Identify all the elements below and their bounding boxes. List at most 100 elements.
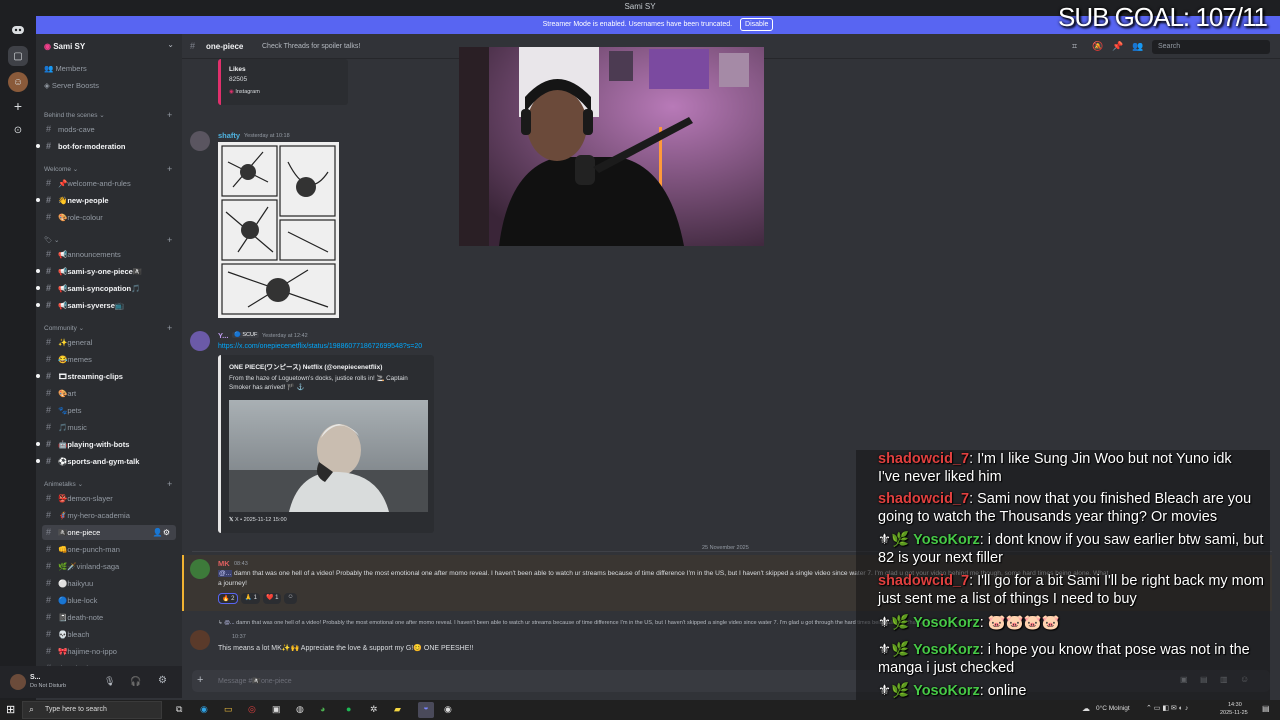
user-mention[interactable]: @... xyxy=(224,620,234,626)
channel-blue-lock[interactable]: # 🔵blue-lock xyxy=(42,593,176,608)
notification-bell-icon[interactable]: 🔕 xyxy=(1092,41,1103,52)
add-channel-icon[interactable]: + xyxy=(167,235,172,245)
app-icon[interactable]: ◍ xyxy=(296,704,304,715)
chrome-icon[interactable]: ◕ xyxy=(320,704,325,714)
channel-demon-slayer[interactable]: # 👺demon-slayer xyxy=(42,491,176,506)
channel-playing-with-bots[interactable]: # 🤖playing-with-bots xyxy=(36,437,176,452)
channel-mods-cave[interactable]: # mods-cave xyxy=(42,122,176,137)
discover-icon[interactable]: ⊙ xyxy=(8,120,28,140)
channel-my-hero-academia[interactable]: # 🦸my-hero-academia xyxy=(42,508,176,523)
add-channel-icon[interactable]: + xyxy=(167,323,172,333)
channel-topic[interactable]: Check Threads for spoiler talks! xyxy=(262,43,360,50)
server-boosts-link[interactable]: ◈ Server Boosts xyxy=(44,81,99,90)
obs-icon[interactable]: ◉ xyxy=(444,704,452,715)
settings-gear-icon[interactable]: ⚙ xyxy=(158,675,167,686)
disable-button[interactable]: Disable xyxy=(740,18,774,31)
embed-title[interactable]: ONE PIECE(ワンピース) Netflix (@onepiecenetfl… xyxy=(229,361,382,371)
user-mention[interactable]: @... xyxy=(218,570,233,577)
headphones-icon[interactable]: 🎧 xyxy=(130,676,141,687)
channel-bleach[interactable]: # 💀bleach xyxy=(42,627,176,642)
message-author[interactable]: MK xyxy=(218,559,230,568)
add-channel-icon[interactable]: + xyxy=(167,110,172,120)
sticky-notes-icon[interactable]: ▰ xyxy=(394,704,401,715)
channel-sami-syverse[interactable]: # 📢sami-syverse📺 xyxy=(36,298,176,313)
discord-taskbar-icon[interactable]: ◒ xyxy=(418,702,434,718)
server-icon-folder[interactable]: ▢ xyxy=(8,46,28,66)
channel-pets[interactable]: # 🐾pets xyxy=(42,403,176,418)
channel-bot-for-moderation[interactable]: # bot-for-moderation xyxy=(36,139,176,154)
server-name[interactable]: ◉ Sami SY xyxy=(44,42,85,51)
weather-icon[interactable]: ☁ xyxy=(1082,704,1090,713)
channel-art[interactable]: # 🎨art xyxy=(42,386,176,401)
app-icon[interactable]: ✲ xyxy=(370,704,378,715)
category-animetalks[interactable]: Animetalks ⌄ + xyxy=(44,479,172,489)
app-icon[interactable]: ◎ xyxy=(248,704,256,715)
avatar[interactable] xyxy=(190,630,210,650)
channel-memes[interactable]: # 😂memes xyxy=(42,352,176,367)
channel-hajime-no-ippo[interactable]: # 🎀hajime-no-ippo xyxy=(42,644,176,659)
chat-message: ⚜🌿 YosoKorz: i hope you know that pose w… xyxy=(878,642,1250,676)
channel-role-colour[interactable]: # 🎨role-colour xyxy=(42,210,176,225)
edge-icon[interactable]: ◉ xyxy=(200,704,208,715)
file-explorer-icon[interactable]: ▭ xyxy=(224,704,233,715)
message-author[interactable]: Y... xyxy=(218,331,228,340)
reaction-heart[interactable]: ❤️ 1 xyxy=(262,593,282,604)
add-channel-icon[interactable]: + xyxy=(167,479,172,489)
channel-one-punch-man[interactable]: # 👊one-punch-man xyxy=(42,542,176,557)
clock-time[interactable]: 14:30 xyxy=(1228,702,1242,708)
embed-image[interactable] xyxy=(229,400,428,512)
channel-sami-sy-one-piece[interactable]: # 📢sami-sy-one-piece🏴‍☠️ xyxy=(36,264,176,279)
mic-icon[interactable]: 🎙 xyxy=(104,676,115,687)
message-input[interactable]: Message #🏴‍☠️one-piece xyxy=(218,677,292,685)
invite-gear-icon[interactable]: 👤⚙ xyxy=(153,525,170,540)
weather-text[interactable]: 0°C Molnigt xyxy=(1096,705,1130,712)
category-emoji[interactable]: 🏷 ⌄ + xyxy=(44,235,172,245)
app-icon[interactable]: ▣ xyxy=(272,704,281,715)
category-welcome[interactable]: Welcome ⌄ + xyxy=(44,164,172,174)
tray-icons[interactable]: ⌃ ▭ ◧ ✉ ◐ ♪ xyxy=(1146,704,1188,712)
reply-preview[interactable]: ↳ @... damn that was one hell of a video… xyxy=(218,620,943,626)
taskbar-search-input[interactable]: ⌕ Type here to search xyxy=(22,701,162,719)
channel-haikyuu[interactable]: # ⚪haikyuu xyxy=(42,576,176,591)
channel-music[interactable]: # 🎵music xyxy=(42,420,176,435)
server-icon-sami[interactable]: ☺ xyxy=(8,72,28,92)
channel-general[interactable]: # ✨general xyxy=(42,335,176,350)
clock-date[interactable]: 2025-11-25 xyxy=(1220,710,1248,716)
channel-vinland-saga[interactable]: # 🌿🗡️vinland-saga xyxy=(42,559,176,574)
threads-icon[interactable]: ⌗ xyxy=(1072,41,1077,52)
search-input[interactable]: Search xyxy=(1152,40,1270,54)
channel-announcements[interactable]: # 📢announcements xyxy=(42,247,176,262)
windows-start-icon[interactable]: ⊞ xyxy=(6,703,15,716)
category-behind-the-scenes[interactable]: Behind the scenes ⌄ + xyxy=(44,110,172,120)
attach-plus-icon[interactable]: + xyxy=(197,674,203,686)
add-reaction-icon[interactable]: ☺ xyxy=(284,593,297,604)
category-community[interactable]: Community ⌄ + xyxy=(44,323,172,333)
message-author[interactable]: shafty xyxy=(218,131,240,140)
task-view-icon[interactable]: ⧉ xyxy=(176,704,182,715)
notification-icon[interactable]: ▤ xyxy=(1262,704,1270,713)
add-server-icon[interactable]: + xyxy=(8,96,28,116)
avatar[interactable] xyxy=(190,131,210,151)
add-channel-icon[interactable]: + xyxy=(167,164,172,174)
spotify-icon[interactable]: ● xyxy=(346,704,351,714)
channel-sami-syncopation[interactable]: # 📢sami-syncopation🎵 xyxy=(36,281,176,296)
manga-page-image[interactable] xyxy=(218,142,339,318)
message-link[interactable]: https://x.com/onepiecenetflix/status/198… xyxy=(218,343,422,350)
chevron-down-icon[interactable]: ⌄ xyxy=(167,40,174,49)
member-list-icon[interactable]: 👥 xyxy=(1132,41,1143,52)
channel-sports-and-gym-talk[interactable]: # ⚽sports-and-gym-talk xyxy=(36,454,176,469)
discord-home-icon[interactable] xyxy=(8,20,28,40)
channel-welcome-and-rules[interactable]: # 📌welcome-and-rules xyxy=(42,176,176,191)
channel-streaming-clips[interactable]: # 🎞streaming-clips xyxy=(36,369,176,384)
channel-death-note[interactable]: # 📓death-note xyxy=(42,610,176,625)
channel-new-people[interactable]: # 👋new-people xyxy=(36,193,176,208)
reaction-fire[interactable]: 🔥 2 xyxy=(218,593,239,604)
avatar[interactable] xyxy=(10,674,26,690)
pin-icon[interactable]: 📌 xyxy=(1112,41,1123,52)
reaction-pray[interactable]: 🙏 1 xyxy=(241,593,260,604)
channel-one-piece[interactable]: # 🏴‍☠️one-piece 👤⚙ xyxy=(42,525,176,540)
avatar[interactable] xyxy=(190,559,210,579)
avatar[interactable] xyxy=(190,331,210,351)
instagram-embed: Likes 82505 ◉ Instagram xyxy=(218,59,348,105)
members-link[interactable]: 👥 Members xyxy=(44,64,87,73)
